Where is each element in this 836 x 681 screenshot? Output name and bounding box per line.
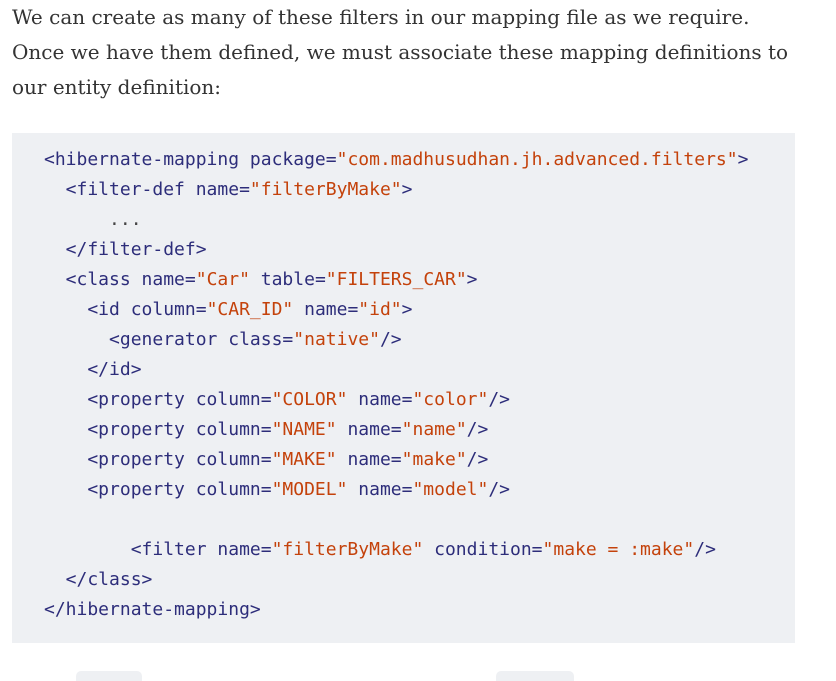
- code-token: column=: [195, 419, 272, 440]
- code-token: name=: [347, 479, 413, 500]
- code-token: />: [466, 419, 489, 440]
- code-token: "name": [401, 419, 467, 440]
- code-line: </id>: [44, 355, 795, 385]
- code-token: "NAME": [271, 419, 337, 440]
- next-element-stub-right: [496, 671, 574, 681]
- code-token: </id>: [44, 359, 142, 380]
- code-token: >: [401, 179, 413, 200]
- code-token: "MODEL": [271, 479, 348, 500]
- code-token: />: [379, 329, 402, 350]
- code-token: <filter: [44, 539, 218, 560]
- code-token: name=: [293, 299, 359, 320]
- code-token: name=: [336, 449, 402, 470]
- code-line: </class>: [44, 565, 795, 595]
- code-token: >: [466, 269, 478, 290]
- code-line: <property column="COLOR" name="color"/>: [44, 385, 795, 415]
- code-line: <filter name="filterByMake" condition="m…: [44, 535, 795, 565]
- code-token: <id: [44, 299, 131, 320]
- code-token: "native": [293, 329, 380, 350]
- code-block: <hibernate-mapping package="com.madhusud…: [12, 133, 795, 643]
- code-token: package=: [249, 149, 337, 170]
- code-token: />: [694, 539, 716, 560]
- code-token: column=: [195, 479, 272, 500]
- code-token: <hibernate-mapping: [44, 149, 250, 170]
- code-token: <property: [44, 389, 196, 410]
- code-token: </hibernate-mapping>: [44, 599, 261, 620]
- code-token: <class: [44, 269, 142, 290]
- code-token: name=: [195, 179, 250, 200]
- code-line: <property column="NAME" name="name"/>: [44, 415, 795, 445]
- code-token: name=: [217, 539, 272, 560]
- code-token: class=: [228, 329, 294, 350]
- code-token: "make = :make": [542, 539, 695, 560]
- code-token: table=: [249, 269, 326, 290]
- code-token: >: [737, 149, 749, 170]
- code-token: <property: [44, 419, 196, 440]
- code-token: />: [466, 449, 489, 470]
- code-token: <filter-def: [44, 179, 196, 200]
- code-token: </class>: [44, 569, 153, 590]
- code-token: "CAR_ID": [206, 299, 294, 320]
- code-token: />: [488, 479, 511, 500]
- code-token: condition=: [423, 539, 543, 560]
- code-line: <class name="Car" table="FILTERS_CAR">: [44, 265, 795, 295]
- code-line: <id column="CAR_ID" name="id">: [44, 295, 795, 325]
- code-token: "id": [358, 299, 402, 320]
- code-token: "filterByMake": [271, 539, 424, 560]
- code-token: "color": [412, 389, 489, 410]
- code-token: <generator: [44, 329, 229, 350]
- code-token: "make": [401, 449, 467, 470]
- code-token: name=: [141, 269, 196, 290]
- body-paragraph: We can create as many of these filters i…: [12, 5, 789, 99]
- code-token: "COLOR": [271, 389, 348, 410]
- code-line: <property column="MODEL" name="model"/>: [44, 475, 795, 505]
- code-token: <property: [44, 479, 196, 500]
- code-token: name=: [336, 419, 402, 440]
- code-line: </hibernate-mapping>: [44, 595, 795, 625]
- code-content: <hibernate-mapping package="com.madhusud…: [44, 145, 795, 625]
- code-line: <generator class="native"/>: [44, 325, 795, 355]
- code-line: <property column="MAKE" name="make"/>: [44, 445, 795, 475]
- code-token: <property: [44, 449, 196, 470]
- code-token: >: [401, 299, 413, 320]
- code-token: "FILTERS_CAR": [325, 269, 467, 290]
- code-line: ...: [44, 205, 795, 235]
- code-line: <hibernate-mapping package="com.madhusud…: [44, 145, 795, 175]
- code-token: "MAKE": [271, 449, 337, 470]
- code-token: </filter-def>: [44, 239, 207, 260]
- code-token: column=: [195, 449, 272, 470]
- code-line: </filter-def>: [44, 235, 795, 265]
- code-token: "Car": [195, 269, 250, 290]
- code-token: "com.madhusudhan.jh.advanced.filters": [336, 149, 738, 170]
- code-token: "model": [412, 479, 489, 500]
- next-element-stub-left: [76, 671, 142, 681]
- code-token: ...: [44, 209, 142, 230]
- code-token: name=: [347, 389, 413, 410]
- code-token: "filterByMake": [249, 179, 402, 200]
- code-token: />: [488, 389, 511, 410]
- code-line: <filter-def name="filterByMake">: [44, 175, 795, 205]
- code-token: column=: [130, 299, 207, 320]
- code-token: column=: [195, 389, 272, 410]
